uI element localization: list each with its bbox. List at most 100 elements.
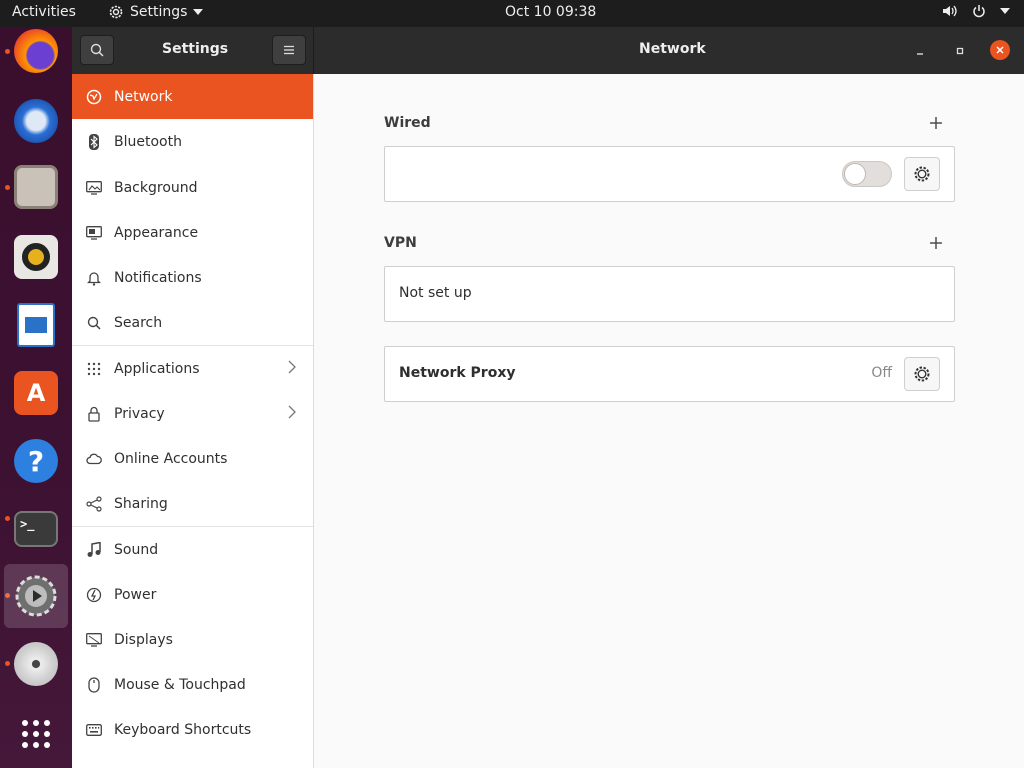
display-icon bbox=[86, 632, 102, 648]
terminal-icon: >_ bbox=[14, 511, 58, 547]
sidebar-item-displays[interactable]: Displays bbox=[72, 617, 313, 662]
sidebar-item-label: Power bbox=[114, 586, 157, 603]
applications-icon bbox=[86, 361, 102, 377]
sidebar-item-label: Sharing bbox=[114, 495, 168, 512]
files-icon bbox=[14, 165, 58, 209]
gear-icon bbox=[109, 5, 123, 19]
dock-rhythmbox[interactable] bbox=[4, 225, 68, 289]
volume-icon bbox=[943, 5, 957, 17]
page-title: Network bbox=[639, 41, 706, 57]
add-vpn-button[interactable] bbox=[929, 233, 943, 253]
sidebar-item-network[interactable]: Network bbox=[72, 74, 313, 119]
dock-terminal[interactable]: >_ bbox=[4, 497, 68, 561]
sidebar-item-sound[interactable]: Sound bbox=[72, 527, 313, 572]
search-icon bbox=[90, 43, 104, 57]
vpn-section-title: VPN bbox=[384, 235, 417, 251]
sidebar-item-mouse-touchpad[interactable]: Mouse & Touchpad bbox=[72, 662, 313, 707]
sidebar-item-search[interactable]: Search bbox=[72, 300, 313, 345]
network-proxy-label: Network Proxy bbox=[399, 365, 516, 381]
sidebar-item-keyboard-shortcuts[interactable]: Keyboard Shortcuts bbox=[72, 707, 313, 752]
add-wired-button[interactable] bbox=[929, 113, 943, 133]
power-icon bbox=[973, 5, 985, 18]
dock-help[interactable]: ? bbox=[4, 429, 68, 493]
lock-icon bbox=[86, 406, 102, 422]
system-tray[interactable] bbox=[942, 4, 1010, 18]
dock-firefox[interactable] bbox=[4, 19, 68, 83]
sidebar-item-label: Displays bbox=[114, 631, 173, 648]
sidebar-item-label: Online Accounts bbox=[114, 450, 228, 467]
sidebar-item-label: Sound bbox=[114, 541, 159, 558]
appearance-icon bbox=[86, 225, 102, 241]
sidebar-item-notifications[interactable]: Notifications bbox=[72, 255, 313, 300]
dock-dvd[interactable] bbox=[4, 632, 68, 696]
share-icon bbox=[86, 495, 102, 512]
app-menu[interactable]: Settings bbox=[108, 4, 204, 20]
top-bar: Activities Settings Oct 10 09:38 bbox=[0, 0, 1024, 27]
minimize-icon bbox=[917, 53, 923, 55]
dock-software[interactable]: A bbox=[4, 361, 68, 425]
maximize-button[interactable] bbox=[950, 41, 970, 61]
sidebar-item-label: Applications bbox=[114, 360, 200, 377]
network-proxy-status: Off bbox=[871, 365, 892, 381]
plus-icon bbox=[930, 237, 942, 249]
header-bar: Settings Network bbox=[72, 27, 1024, 74]
sidebar-title: Settings bbox=[162, 41, 229, 57]
dock-thunderbird[interactable] bbox=[4, 89, 68, 153]
wired-settings-button[interactable] bbox=[904, 157, 940, 191]
dock-settings[interactable] bbox=[4, 564, 68, 628]
sidebar-item-sharing[interactable]: Sharing bbox=[72, 481, 313, 526]
network-icon bbox=[86, 89, 102, 105]
minimize-button[interactable] bbox=[910, 41, 930, 61]
vpn-empty-text: Not set up bbox=[399, 285, 472, 301]
search-button[interactable] bbox=[80, 35, 114, 65]
sidebar-item-label: Notifications bbox=[114, 269, 202, 286]
menu-button[interactable] bbox=[272, 35, 306, 65]
thunderbird-icon bbox=[14, 99, 58, 143]
proxy-settings-button[interactable] bbox=[904, 357, 940, 391]
close-button[interactable] bbox=[990, 40, 1010, 60]
power-icon bbox=[86, 587, 102, 603]
sidebar-item-label: Mouse & Touchpad bbox=[114, 676, 246, 693]
bell-icon bbox=[86, 270, 102, 286]
chevron-right-icon bbox=[288, 360, 296, 378]
sidebar-item-label: Background bbox=[114, 179, 198, 196]
chevron-down-icon bbox=[193, 9, 204, 15]
sidebar-item-appearance[interactable]: Appearance bbox=[72, 210, 313, 255]
wired-connection-row bbox=[384, 146, 955, 202]
sidebar-item-background[interactable]: Background bbox=[72, 165, 313, 210]
dock-files[interactable] bbox=[4, 155, 68, 219]
network-proxy-row[interactable]: Network Proxy Off bbox=[384, 346, 955, 402]
chevron-right-icon bbox=[288, 405, 296, 423]
sidebar-header: Settings bbox=[72, 27, 314, 74]
sidebar-item-label: Bluetooth bbox=[114, 133, 182, 150]
app-menu-label: Settings bbox=[130, 4, 188, 20]
dock-writer[interactable] bbox=[4, 293, 68, 357]
music-note-icon bbox=[86, 541, 102, 558]
sidebar-item-applications[interactable]: Applications bbox=[72, 346, 313, 391]
close-icon bbox=[996, 46, 1004, 54]
dvd-icon bbox=[14, 642, 58, 686]
settings-icon bbox=[15, 575, 57, 617]
maximize-icon bbox=[956, 47, 964, 55]
sidebar-item-online-accounts[interactable]: Online Accounts bbox=[72, 436, 313, 481]
search-icon bbox=[86, 315, 102, 331]
hamburger-icon bbox=[284, 45, 294, 55]
software-icon: A bbox=[14, 371, 58, 415]
sidebar-item-bluetooth[interactable]: Bluetooth bbox=[72, 119, 313, 164]
background-icon bbox=[86, 180, 102, 196]
show-applications-button[interactable] bbox=[4, 702, 68, 766]
wired-toggle[interactable] bbox=[842, 161, 892, 187]
help-icon: ? bbox=[14, 439, 58, 483]
sidebar-item-label: Search bbox=[114, 314, 163, 331]
settings-window: Settings Network Network Bluetooth Backg… bbox=[72, 27, 1024, 768]
activities-button[interactable]: Activities bbox=[12, 4, 76, 20]
gear-icon bbox=[914, 366, 930, 382]
gear-icon bbox=[914, 166, 930, 182]
sidebar-item-privacy[interactable]: Privacy bbox=[72, 391, 313, 436]
bluetooth-icon bbox=[86, 133, 102, 150]
settings-sidebar: Network Bluetooth Background Appearance … bbox=[72, 74, 314, 768]
clock[interactable]: Oct 10 09:38 bbox=[505, 4, 596, 20]
dock: A ? >_ bbox=[0, 27, 72, 768]
sidebar-item-power[interactable]: Power bbox=[72, 572, 313, 617]
sidebar-item-label: Keyboard Shortcuts bbox=[114, 721, 252, 738]
